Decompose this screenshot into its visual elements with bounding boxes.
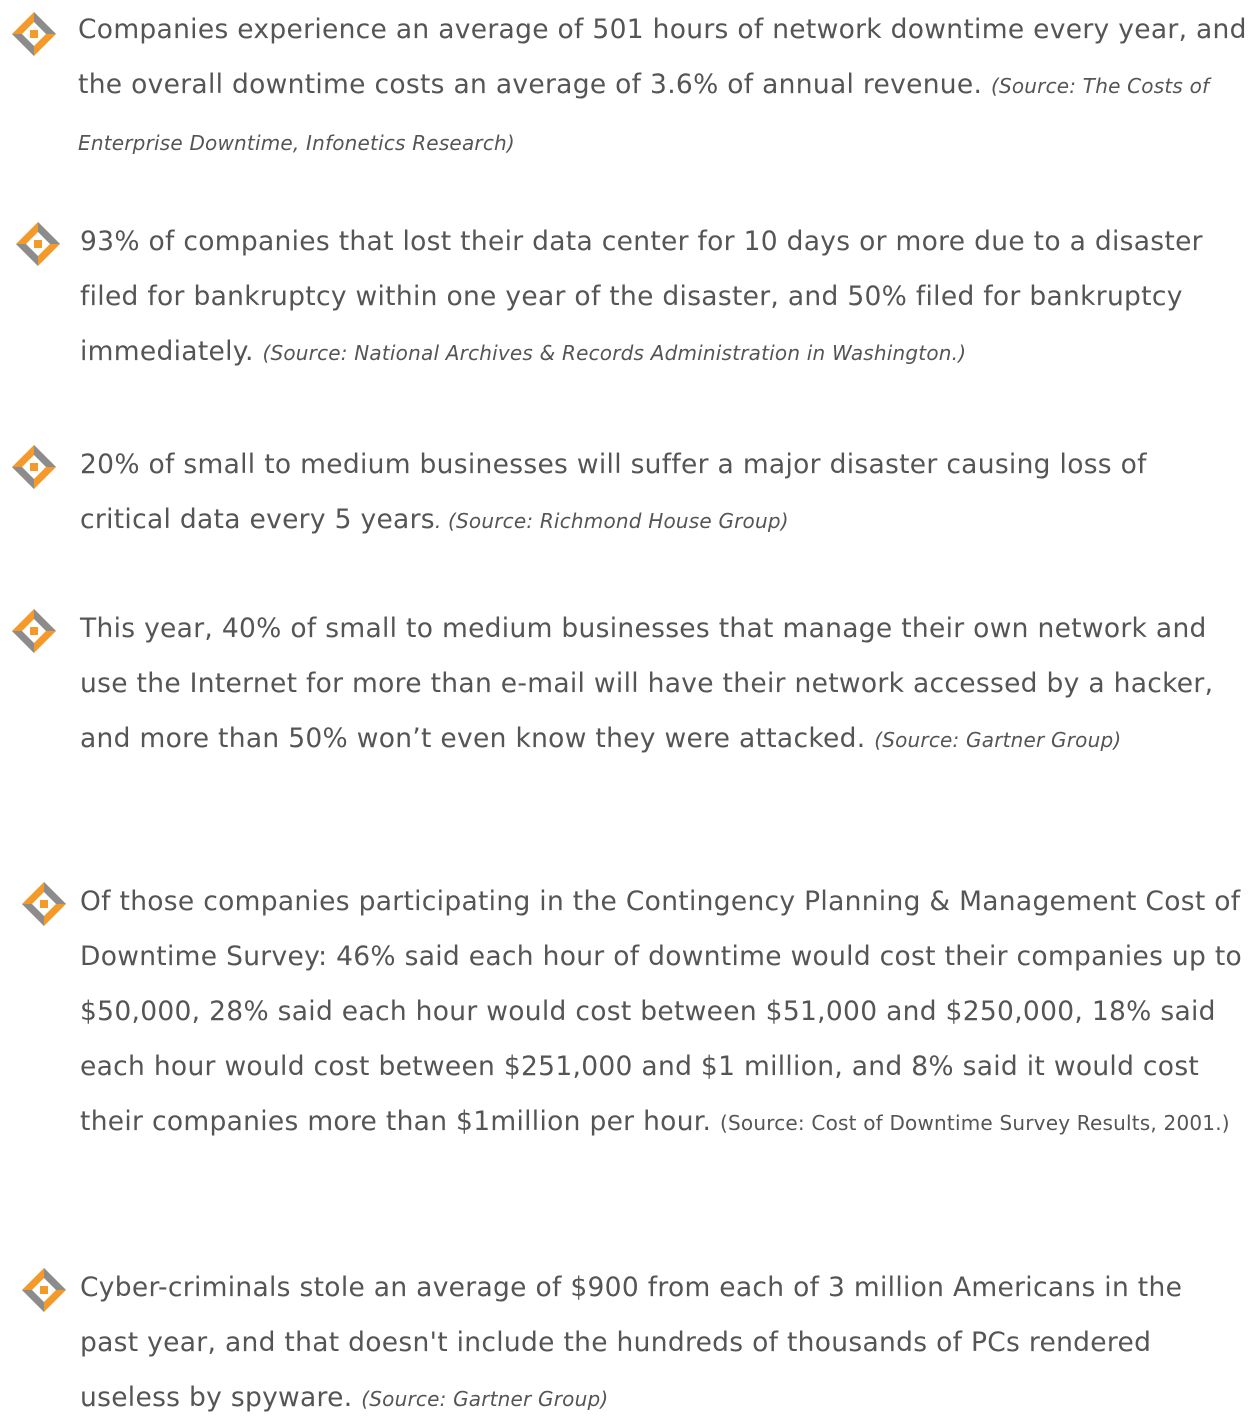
stat-body: Cyber-criminals stole an average of $900… [80,1272,1183,1413]
puzzle-arrows-icon [10,607,58,655]
puzzle-arrows-icon [14,220,62,268]
stat-text: This year, 40% of small to medium busine… [80,601,1255,768]
stat-source: (Source: Cost of Downtime Survey Results… [720,1111,1230,1135]
stat-source: (Source: Gartner Group) [874,728,1122,752]
stat-body: Of those companies participating in the … [80,886,1243,1137]
stat-text: 93% of companies that lost their data ce… [80,214,1255,381]
stat-source: (Source: Gartner Group) [361,1387,609,1411]
stat-source: (Source: National Archives & Records Adm… [262,341,967,365]
stat-source: . (Source: Richmond House Group) [434,509,789,533]
puzzle-arrows-icon [20,1266,68,1314]
puzzle-arrows-icon [10,10,58,58]
statistics-list: Companies experience an average of 501 h… [0,0,1260,1422]
puzzle-arrows-icon [20,880,68,928]
puzzle-arrows-icon [10,443,58,491]
stat-text: Cyber-criminals stole an average of $900… [80,1260,1240,1427]
stat-text: Of those companies participating in the … [80,874,1248,1151]
stat-text: Companies experience an average of 501 h… [78,2,1248,171]
stat-text: 20% of small to medium businesses will s… [80,437,1230,549]
